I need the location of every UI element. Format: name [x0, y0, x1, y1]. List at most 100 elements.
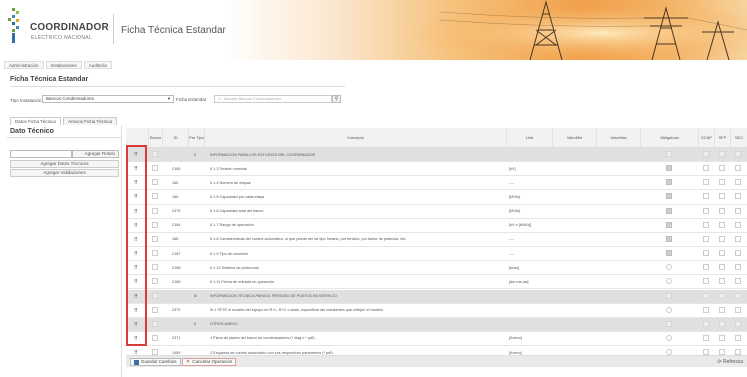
- scap-checkbox[interactable]: [703, 235, 709, 242]
- agregar-validaciones-button[interactable]: Agregar Validaciones: [10, 169, 119, 177]
- table-row[interactable]: ⠿ 2479 II.1.6 Capacidad total del banco [MV…: [126, 204, 747, 219]
- obligatorio-checkbox[interactable]: [666, 306, 672, 313]
- sec-checkbox[interactable]: [735, 235, 741, 242]
- borrar-checkbox[interactable]: [152, 320, 158, 327]
- borrar-checkbox[interactable]: [152, 334, 158, 341]
- sfp-checkbox[interactable]: [719, 320, 725, 327]
- borrar-checkbox[interactable]: [152, 306, 158, 313]
- cancel-button[interactable]: ✕ Cancelar Operación: [182, 358, 237, 366]
- sfp-checkbox[interactable]: [719, 334, 725, 341]
- scap-checkbox[interactable]: [703, 334, 709, 341]
- obligatorio-checkbox[interactable]: [666, 278, 672, 285]
- sfp-checkbox[interactable]: [719, 193, 725, 200]
- sec-checkbox[interactable]: [735, 193, 741, 200]
- borrar-checkbox[interactable]: [152, 250, 158, 257]
- sec-checkbox[interactable]: [735, 292, 741, 299]
- scap-checkbox[interactable]: [703, 320, 709, 327]
- obligatorio-checkbox[interactable]: [666, 207, 672, 214]
- table-row[interactable]: ⠿ 2187 II.1.9 Tipo de conexión ----: [126, 247, 747, 262]
- section-row[interactable]: ⠿ II INFORMACION PARA LOS ESTUDIOS DEL COO…: [126, 148, 747, 163]
- obligatorio-checkbox[interactable]: [666, 235, 672, 242]
- nav-administracion[interactable]: Administración: [4, 61, 44, 69]
- obligatorio-checkbox[interactable]: [666, 334, 672, 341]
- table-row[interactable]: ⠿ 2188 II.1.10 Sistema de protección [texto…: [126, 261, 747, 276]
- obligatorio-checkbox[interactable]: [666, 179, 672, 186]
- coordinador-logo[interactable]: COORDINADOR ELÉCTRICO NACIONAL: [8, 8, 109, 48]
- borrar-checkbox[interactable]: [152, 235, 158, 242]
- scap-checkbox[interactable]: [703, 207, 709, 214]
- borrar-checkbox[interactable]: [152, 207, 158, 214]
- sec-checkbox[interactable]: [735, 278, 741, 285]
- table-row[interactable]: ⠿ 2370 III.1 SFTE el modelo del equipo en …: [126, 303, 747, 318]
- sfp-checkbox[interactable]: [719, 292, 725, 299]
- obligatorio-checkbox[interactable]: [666, 221, 672, 228]
- sec-checkbox[interactable]: [735, 165, 741, 172]
- sfp-checkbox[interactable]: [719, 221, 725, 228]
- scap-checkbox[interactable]: [703, 306, 709, 313]
- sfp-checkbox[interactable]: [719, 235, 725, 242]
- scap-checkbox[interactable]: [703, 292, 709, 299]
- scap-checkbox[interactable]: [703, 179, 709, 186]
- table-row[interactable]: ⠿ 166 II.1.4 Número de etapas ----: [126, 176, 747, 191]
- table-row[interactable]: ⠿ 2165 II.1.3 Tensión nominal [kV]: [126, 162, 747, 177]
- obligatorio-checkbox[interactable]: [666, 320, 672, 327]
- agregar-datos-tecnicos-button[interactable]: Agregar Datos Técnicos: [10, 160, 119, 168]
- sec-checkbox[interactable]: [735, 320, 741, 327]
- scap-checkbox[interactable]: [703, 278, 709, 285]
- sfp-checkbox[interactable]: [719, 306, 725, 313]
- rotulo-input[interactable]: [10, 150, 72, 158]
- obligatorio-checkbox[interactable]: [666, 250, 672, 257]
- table-row[interactable]: ⠿ 166 II.1.5 Capacidad por cada etapa [MVAr…: [126, 190, 747, 205]
- sfp-checkbox[interactable]: [719, 278, 725, 285]
- section-row[interactable]: ⠿ III INFORMACION TÉCNICA PARA EL PERIODO …: [126, 289, 747, 304]
- borrar-checkbox[interactable]: [152, 264, 158, 271]
- sfp-checkbox[interactable]: [719, 264, 725, 271]
- save-button[interactable]: Guardar Cambios: [130, 358, 181, 366]
- scap-checkbox[interactable]: [703, 264, 709, 271]
- sec-checkbox[interactable]: [735, 151, 741, 157]
- ficha-estandar-input[interactable]: 1 - Informe Bancos Condensadores: [214, 95, 332, 103]
- borrar-checkbox[interactable]: [152, 292, 158, 299]
- obligatorio-checkbox[interactable]: [666, 193, 672, 200]
- agregar-rotulo-button[interactable]: Agregar Rotulo: [72, 150, 119, 158]
- sec-checkbox[interactable]: [735, 207, 741, 214]
- sfp-checkbox[interactable]: [719, 151, 725, 157]
- tipo-instalacion-select[interactable]: Bancos Condensadores ▼: [42, 95, 174, 103]
- borrar-checkbox[interactable]: [152, 221, 158, 228]
- sfp-checkbox[interactable]: [719, 250, 725, 257]
- borrar-checkbox[interactable]: [152, 151, 158, 157]
- obligatorio-checkbox[interactable]: [666, 264, 672, 271]
- sfp-checkbox[interactable]: [719, 179, 725, 186]
- obligatorio-checkbox[interactable]: [666, 165, 672, 172]
- scap-checkbox[interactable]: [703, 250, 709, 257]
- sfp-checkbox[interactable]: [719, 207, 725, 214]
- obligatorio-checkbox[interactable]: [666, 151, 672, 157]
- scap-checkbox[interactable]: [703, 193, 709, 200]
- table-row[interactable]: ⠿ 168 II.1.8 Características del control a…: [126, 232, 747, 248]
- section-row[interactable]: ⠿ II OTROS ANEXO: [126, 317, 747, 332]
- table-row[interactable]: ⠿ 2371 1 Plano de planta del banco de cond…: [126, 331, 747, 347]
- sec-checkbox[interactable]: [735, 221, 741, 228]
- search-button[interactable]: ⚲: [332, 95, 341, 103]
- refresh-button[interactable]: ⟳ Refresca: [717, 359, 743, 365]
- borrar-checkbox[interactable]: [152, 278, 158, 285]
- sec-checkbox[interactable]: [735, 334, 741, 341]
- sec-checkbox[interactable]: [735, 306, 741, 313]
- borrar-checkbox[interactable]: [152, 165, 158, 172]
- borrar-checkbox[interactable]: [152, 179, 158, 186]
- table-row[interactable]: ⠿ 2189 II.1.11 Fecha de entrada en operaci…: [126, 275, 747, 290]
- scap-checkbox[interactable]: [703, 165, 709, 172]
- nav-auditoria[interactable]: Auditoría: [83, 61, 112, 69]
- sec-checkbox[interactable]: [735, 250, 741, 257]
- scap-checkbox[interactable]: [703, 151, 709, 157]
- tab-datos-ficha-tecnica[interactable]: Datos Ficha Técnica: [10, 117, 61, 125]
- obligatorio-checkbox[interactable]: [666, 292, 672, 299]
- table-row[interactable]: ⠿ 2184 II.1.7 Rango de operación [kV o [MVA…: [126, 218, 747, 233]
- tab-anexos-ficha-tecnica[interactable]: Anexos Ficha Técnica: [62, 117, 118, 125]
- sec-checkbox[interactable]: [735, 179, 741, 186]
- sec-checkbox[interactable]: [735, 264, 741, 271]
- borrar-checkbox[interactable]: [152, 193, 158, 200]
- nav-instalaciones[interactable]: Instalaciones: [45, 61, 82, 69]
- sfp-checkbox[interactable]: [719, 165, 725, 172]
- scap-checkbox[interactable]: [703, 221, 709, 228]
